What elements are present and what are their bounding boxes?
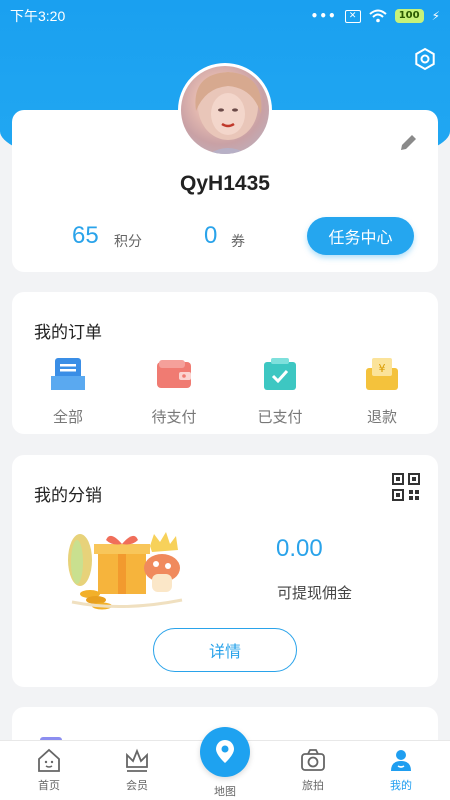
nav-item-map[interactable]	[200, 727, 250, 777]
charging-icon: ⚡	[431, 9, 440, 23]
qr-code-button[interactable]	[392, 473, 420, 501]
status-bar: 下午3:20 ••• ✕ 100 ⚡	[0, 0, 450, 32]
task-center-button[interactable]: 任务中心	[307, 217, 414, 255]
pencil-icon	[401, 135, 416, 150]
paid-bag-icon	[264, 358, 296, 390]
wallet-icon	[157, 360, 191, 388]
qr-code-icon	[392, 473, 420, 501]
order-pending-label: 待支付	[151, 408, 197, 426]
camera-icon	[301, 749, 325, 771]
sim-off-icon: ✕	[344, 9, 361, 23]
nav-home-label: 首页	[38, 779, 60, 792]
gear-icon	[415, 47, 435, 71]
battery-icon: 100	[394, 9, 424, 23]
distribution-title: 我的分销	[34, 486, 102, 506]
detail-button[interactable]: 详情	[153, 628, 297, 672]
nav-item-home[interactable]: 首页	[14, 747, 84, 793]
order-paid-label: 已支付	[257, 408, 303, 426]
nav-map-label: 地图	[214, 785, 236, 798]
distribution-card: 我的分销 0.00 可提现佣金 详情	[12, 455, 438, 687]
order-refund-label: 退款	[366, 408, 397, 426]
nav-mine-label: 我的	[390, 779, 412, 792]
order-refund[interactable]: ¥ 退款	[342, 356, 422, 427]
points-value[interactable]: 65	[72, 222, 99, 250]
wifi-icon	[369, 9, 387, 23]
order-all-label: 全部	[52, 408, 83, 426]
all-orders-icon	[51, 358, 85, 390]
bottom-nav: 首页 会员 地图 旅拍 我的	[0, 727, 450, 800]
points-label: 积分	[114, 234, 142, 250]
commission-label: 可提现佣金	[277, 584, 353, 602]
avatar[interactable]	[178, 63, 272, 157]
edit-profile-button[interactable]	[397, 132, 419, 154]
nav-item-mine[interactable]: 我的	[366, 747, 436, 793]
nav-item-travel-photo[interactable]: 旅拍	[278, 747, 348, 793]
nav-member-label: 会员	[126, 779, 148, 792]
order-paid[interactable]: 已支付	[240, 356, 320, 427]
status-icons: ••• ✕ 100 ⚡	[311, 9, 440, 23]
gift-illustration	[68, 532, 183, 610]
orders-title: 我的订单	[34, 323, 102, 343]
crown-icon	[126, 748, 148, 772]
status-time: 下午3:20	[10, 8, 66, 24]
svg-text:¥: ¥	[379, 362, 386, 375]
order-all[interactable]: 全部	[28, 356, 108, 427]
nav-travel-photo-label: 旅拍	[302, 779, 324, 792]
coupons-label: 券	[231, 234, 245, 250]
home-icon	[38, 748, 60, 772]
nav-item-member[interactable]: 会员	[102, 747, 172, 793]
username: QyH1435	[180, 172, 270, 195]
commission-amount: 0.00	[276, 535, 323, 562]
orders-card: 我的订单 全部 待支付 已支付 ¥ 退款	[12, 292, 438, 434]
notification-dots-icon: •••	[310, 9, 337, 23]
coupons-value[interactable]: 0	[204, 222, 217, 250]
map-pin-icon	[216, 740, 234, 763]
refund-icon: ¥	[366, 358, 398, 390]
settings-button[interactable]	[410, 44, 440, 74]
order-pending-payment[interactable]: 待支付	[134, 356, 214, 427]
user-icon	[391, 750, 411, 771]
